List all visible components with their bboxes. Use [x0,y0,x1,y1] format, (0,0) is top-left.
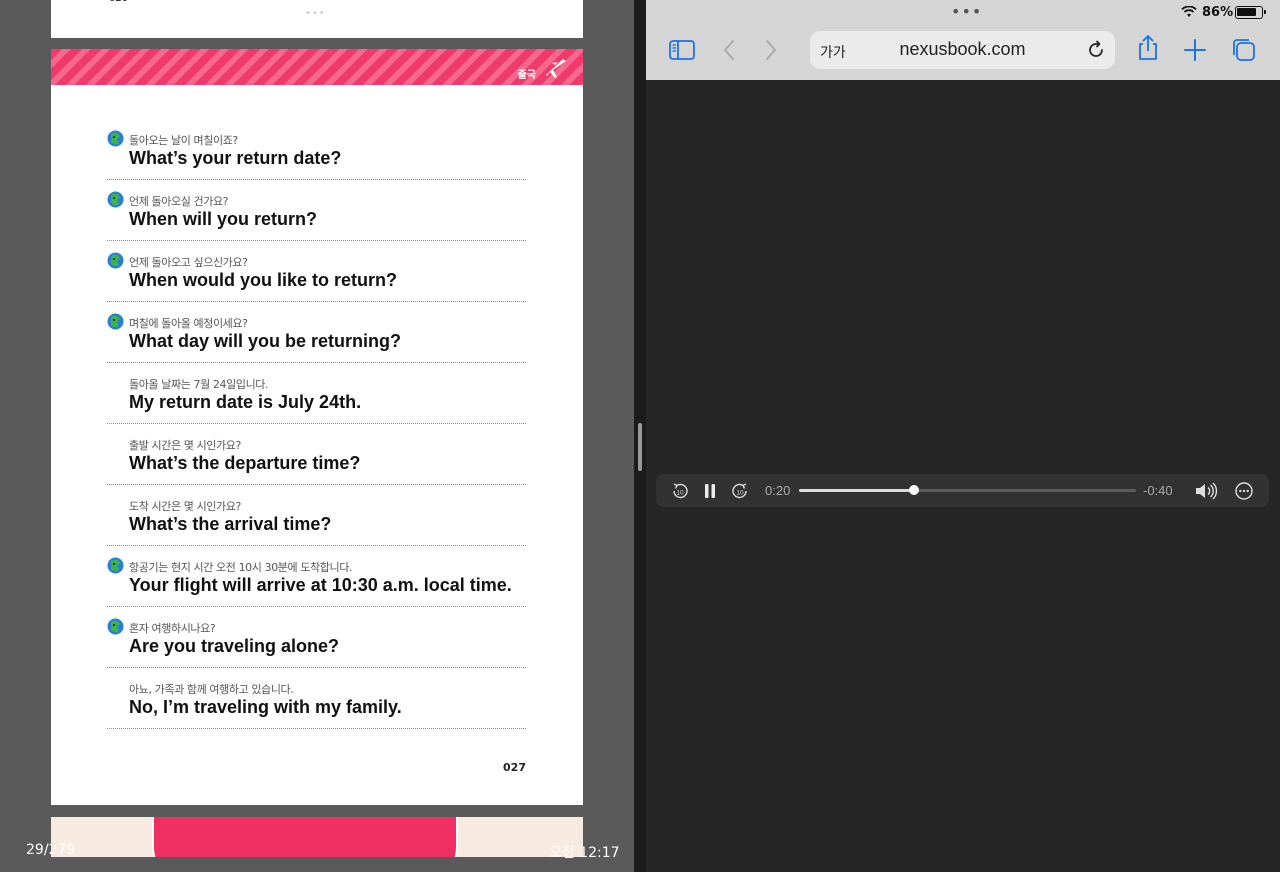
phrase-entry: 며칠에 돌아올 예정이세요? What day will you be retur… [107,313,526,363]
phrase-korean: 언제 돌아오실 건가요? [129,195,229,208]
book-reader-pane[interactable]: 026 ••• 출국 돌아오는 날이 며칠이죠?What’s your retu… [0,0,634,872]
pause-icon[interactable] [700,481,720,501]
book-page[interactable]: 출국 돌아오는 날이 며칠이죠? What’s your return date?… [51,49,583,805]
previous-page: 026 ••• [51,0,583,38]
phrase-english: What’s the arrival time? [129,514,332,534]
page-number: 027 [503,761,526,774]
phrase-entry: 도착 시간은 몇 시인가요? What’s the arrival time? [107,498,526,546]
section-banner: 출국 [51,49,583,85]
phrase-korean: 도착 시간은 몇 시인가요? [129,500,241,513]
phrase-entry: 언제 돌아오실 건가요? When will you return? [107,191,526,241]
phrase-korean: 언제 돌아오고 싶으신가요? [129,256,248,269]
scrubber-played [799,489,914,492]
speaker-badge-icon [107,313,124,330]
scrubber-knob[interactable] [908,485,919,495]
wifi-icon [1181,6,1197,17]
phrase-english: What’s the departure time? [129,453,361,473]
audio-player: 10 10 0:20 -0:40 [656,474,1269,507]
phrase-korean: 아뇨, 가족과 함께 여행하고 있습니다. [129,683,294,696]
phrase-entry: 혼자 여행하시나요? Are you traveling alone? [107,618,526,668]
previous-page-number: 026 [109,0,128,4]
speaker-badge-icon [107,252,124,269]
phrase-entry: 출발 시간은 몇 시인가요? What’s the departure time? [107,437,526,485]
url-text[interactable]: nexusbook.com [810,39,1115,60]
skip-forward-10-icon[interactable]: 10 [730,481,750,501]
share-icon[interactable] [1134,34,1162,62]
browser-toolbar: ••• 86% 가가 nexusbook.com [646,0,1280,80]
phrase-korean: 돌아올 날짜는 7월 24일입니다. [129,378,269,391]
next-page [51,817,583,857]
phrase-korean: 출발 시간은 몇 시인가요? [129,439,241,452]
phrase-english: What’s your return date? [129,148,342,168]
svg-text:10: 10 [736,490,744,497]
phrase-english: What day will you be returning? [129,331,402,351]
phrase-korean: 며칠에 돌아올 예정이세요? [129,317,248,330]
phrase-entry: 돌아오는 날이 며칠이죠? What’s your return date? [107,130,526,180]
address-bar[interactable]: 가가 nexusbook.com [810,31,1115,69]
battery-percent: 86% [1202,5,1234,20]
phrase-english: Your flight will arrive at 10:30 a.m. lo… [129,575,512,595]
phrase-english: Are you traveling alone? [129,636,340,656]
split-view-handle[interactable] [638,423,642,471]
scrubber-track[interactable] [799,485,1136,495]
phrase-entry: 돌아올 날짜는 7월 24일입니다. My return date is July… [107,376,526,424]
phrase-korean: 혼자 여행하시나요? [129,622,216,635]
phrase-entry: 언제 돌아오고 싶으신가요? When would you like to ret… [107,252,526,302]
forward-icon[interactable] [756,36,784,64]
remaining-time: -0:40 [1143,483,1173,498]
speaker-badge-icon [107,557,124,574]
elapsed-time: 0:20 [765,483,791,498]
speaker-badge-icon [107,618,124,635]
tabs-icon[interactable] [1230,36,1258,64]
reading-progress: 29/279 [26,842,76,858]
sidebar-icon[interactable] [668,36,696,64]
volume-icon[interactable] [1194,481,1218,501]
skip-back-10-icon[interactable]: 10 [670,481,690,501]
phrase-english: My return date is July 24th. [129,392,362,412]
speaker-badge-icon [107,130,124,147]
phrase-english: No, I’m traveling with my family. [129,697,402,717]
new-tab-icon[interactable] [1181,36,1209,64]
phrase-english: When will you return? [129,209,317,229]
next-page-graphic [152,817,458,857]
speaker-badge-icon [107,191,124,208]
split-view-divider[interactable] [634,0,646,872]
battery-icon [1235,6,1266,19]
page-dots: ••• [305,8,326,19]
clock: 오전 12:17 [549,845,620,861]
reload-icon[interactable] [1086,40,1106,60]
phrase-korean: 항공기는 현지 시간 오전 10시 30분에 도착합니다. [129,561,353,574]
phrase-entry: 항공기는 현지 시간 오전 10시 30분에 도착합니다. Your flight… [107,557,526,607]
multitasking-dots-icon[interactable]: ••• [951,2,982,21]
back-icon[interactable] [716,36,744,64]
more-icon[interactable] [1234,481,1254,501]
phrase-english: When would you like to return? [129,270,397,290]
browser-pane: ••• 86% 가가 nexusbook.com 10 10 0:20 -0:4… [646,0,1280,872]
airplane-icon [546,59,566,78]
section-label: 출국 [517,70,536,81]
phrase-entry: 아뇨, 가족과 함께 여행하고 있습니다. No, I’m traveling w… [107,681,526,729]
svg-text:10: 10 [676,490,684,497]
phrase-korean: 돌아오는 날이 며칠이죠? [129,134,238,147]
